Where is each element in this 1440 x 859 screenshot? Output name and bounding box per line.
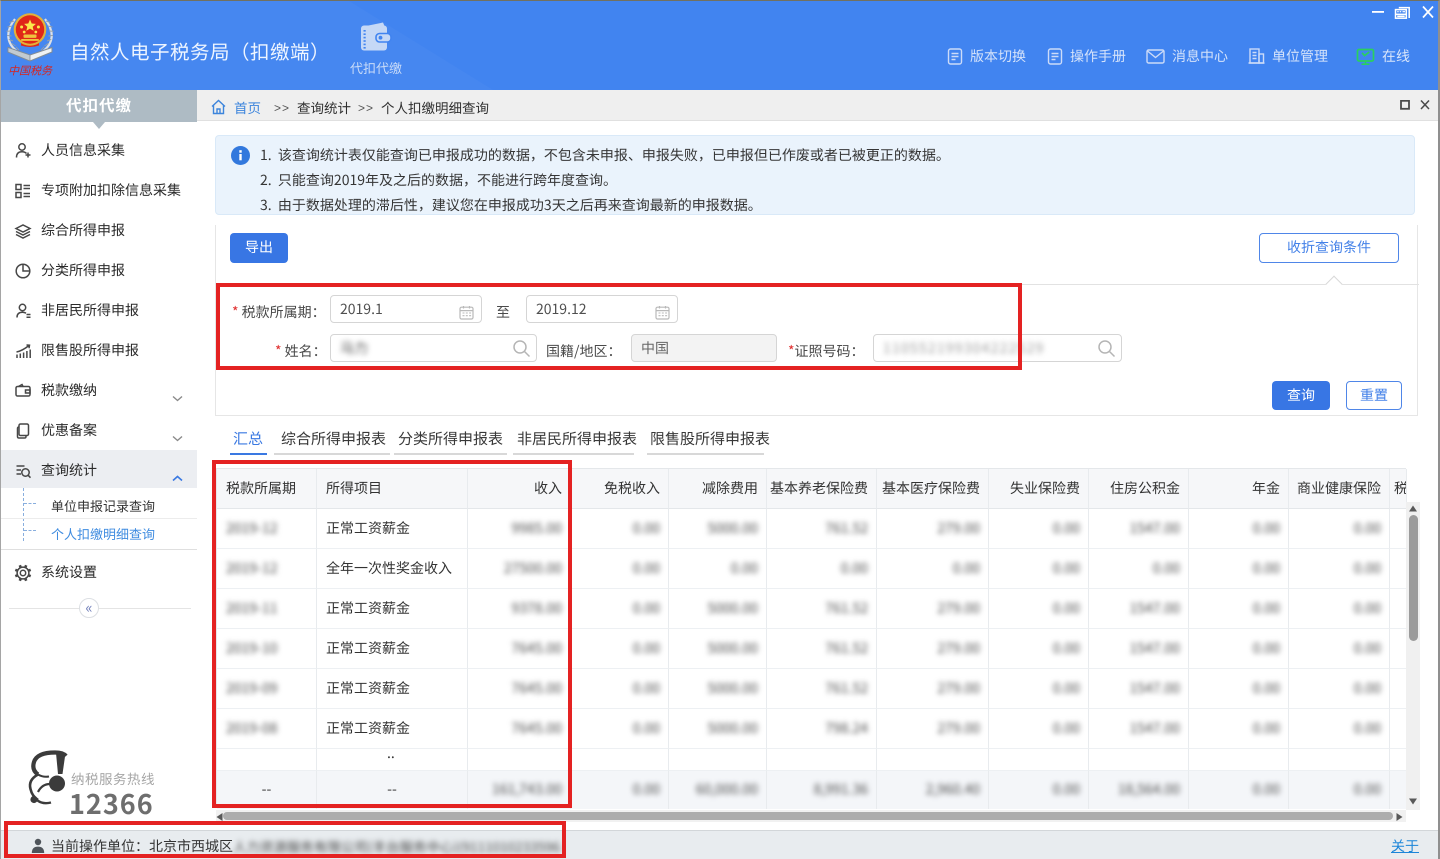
svg-text:中国税务: 中国税务	[8, 63, 53, 79]
